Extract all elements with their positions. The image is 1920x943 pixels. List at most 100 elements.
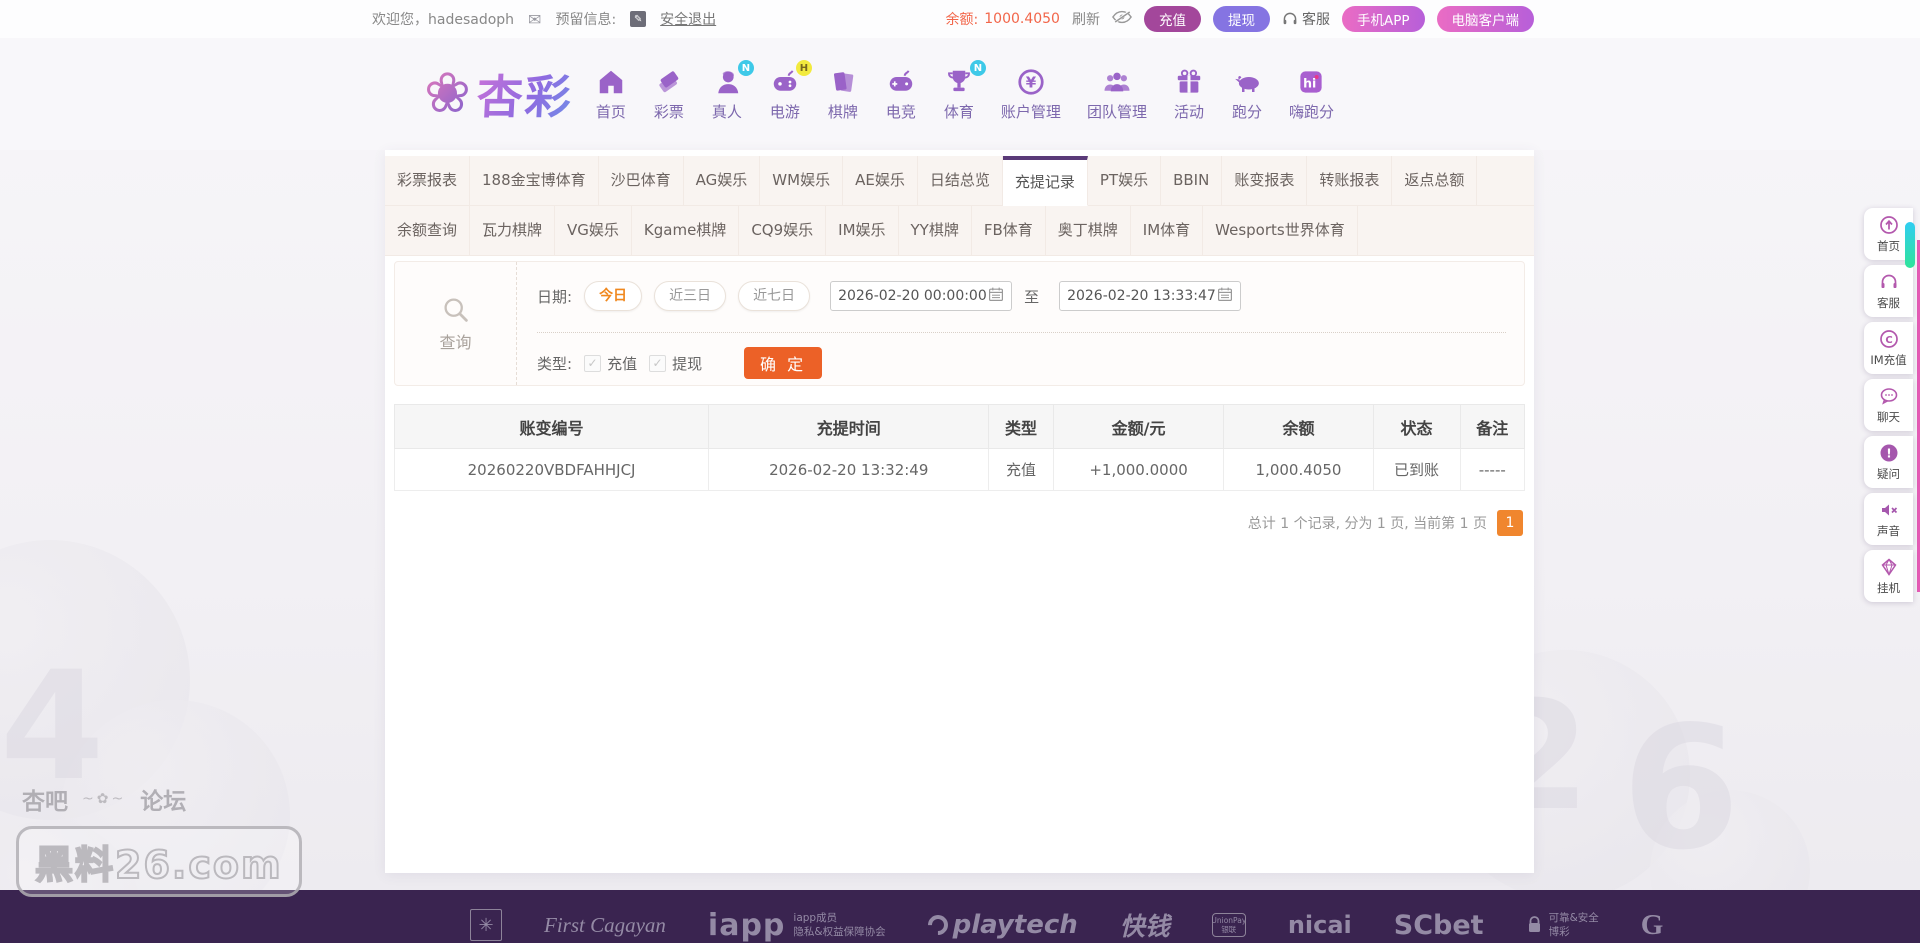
tab-im-games[interactable]: IM娱乐 xyxy=(826,206,898,256)
nav-label: 电竞 xyxy=(886,101,916,122)
withdraw-button[interactable]: 提现 xyxy=(1213,6,1270,32)
tab-pt[interactable]: PT娱乐 xyxy=(1088,156,1161,206)
nav-item-hi-paofen[interactable]: hi 嗨跑分 xyxy=(1289,66,1334,122)
site-logo[interactable]: ❀ 杏彩 xyxy=(424,61,573,127)
page-1-button[interactable]: 1 xyxy=(1497,510,1523,536)
footer-logo-g: G xyxy=(1641,909,1664,942)
tab-transfer-report[interactable]: 转账报表 xyxy=(1307,156,1392,206)
sidebar-item-im-recharge[interactable]: C IM充值 xyxy=(1864,322,1913,374)
recharge-checkbox[interactable]: ✓ 充值 xyxy=(584,353,637,374)
tab-188jbb-sports[interactable]: 188金宝博体育 xyxy=(470,156,599,206)
bg-digit: 6 xyxy=(1622,690,1740,888)
quick-7days-button[interactable]: 近七日 xyxy=(738,281,810,311)
svg-text:hi: hi xyxy=(1304,76,1317,91)
date-to-input[interactable]: 2026-02-20 13:33:47 xyxy=(1059,281,1241,311)
rosette-icon: ✳ xyxy=(470,909,502,941)
ticket-icon xyxy=(653,66,685,98)
nav-label: 团队管理 xyxy=(1087,101,1147,122)
sidebar-item-sound[interactable]: 声音 xyxy=(1864,493,1913,545)
quick-3days-button[interactable]: 近三日 xyxy=(654,281,726,311)
tabs-row-2: 余额查询 瓦力棋牌 VG娱乐 Kgame棋牌 CQ9娱乐 IM娱乐 YY棋牌 F… xyxy=(385,206,1534,256)
tab-cq9[interactable]: CQ9娱乐 xyxy=(739,206,826,256)
nav-item-boardgames[interactable]: 棋牌 xyxy=(827,66,859,122)
tab-account-change-report[interactable]: 账变报表 xyxy=(1222,156,1307,206)
tab-wali[interactable]: 瓦力棋牌 xyxy=(470,206,555,256)
tab-rebate-total[interactable]: 返点总额 xyxy=(1392,156,1477,206)
type-label: 类型: xyxy=(537,353,572,374)
nav-item-team[interactable]: 团队管理 xyxy=(1087,66,1147,122)
cell-type: 充值 xyxy=(989,449,1053,491)
col-time: 充提时间 xyxy=(709,405,989,449)
nav-item-home[interactable]: 首页 xyxy=(595,66,627,122)
date-from-input[interactable]: 2026-02-20 00:00:00 xyxy=(830,281,1012,311)
edit-icon[interactable]: ✎ xyxy=(630,11,646,27)
tab-bbin[interactable]: BBIN xyxy=(1161,156,1222,206)
recharge-button[interactable]: 充值 xyxy=(1144,6,1201,32)
nav-item-sports[interactable]: N 体育 xyxy=(943,66,975,122)
nav-item-esports[interactable]: 电竞 xyxy=(885,66,917,122)
search-label: 查询 xyxy=(439,329,471,353)
service-link[interactable]: 客服 xyxy=(1282,9,1330,29)
nav-item-live[interactable]: N 真人 xyxy=(711,66,743,122)
tab-deposit-withdraw-records[interactable]: 充提记录 xyxy=(1003,156,1088,206)
tab-daily-summary[interactable]: 日结总览 xyxy=(918,156,1003,206)
pagination: 总计 1 个记录, 分为 1 页, 当前第 1 页 1 xyxy=(1248,510,1523,536)
logout-link[interactable]: 安全退出 xyxy=(660,9,716,29)
footer: ✳ First Cagayan iapp iapp成员 隐私&权益保障协会 pl… xyxy=(0,890,1920,943)
sidebar-item-question[interactable]: ! 疑问 xyxy=(1864,436,1913,488)
tab-balance-query[interactable]: 余额查询 xyxy=(385,206,470,256)
tab-aoding[interactable]: 奥丁棋牌 xyxy=(1046,206,1131,256)
nav-item-account[interactable]: ¥ 账户管理 xyxy=(1001,66,1061,122)
tab-vg[interactable]: VG娱乐 xyxy=(555,206,632,256)
mail-icon[interactable]: ✉ xyxy=(528,10,541,29)
refresh-link[interactable]: 刷新 xyxy=(1072,9,1100,29)
question-icon: ! xyxy=(1879,443,1899,463)
nav-item-egames[interactable]: H 电游 xyxy=(769,66,801,122)
tab-saba-sports[interactable]: 沙巴体育 xyxy=(599,156,684,206)
sidebar-label: 客服 xyxy=(1877,295,1900,311)
footer-logo-iapp: iapp iapp成员 隐私&权益保障协会 xyxy=(708,908,886,943)
tabs-filler xyxy=(1358,206,1534,256)
calendar-icon[interactable] xyxy=(1217,286,1233,306)
footer-logo-playtech: playtech xyxy=(928,910,1078,940)
footer-logo-scbet: SCbet xyxy=(1394,910,1484,941)
quick-today-button[interactable]: 今日 xyxy=(584,281,642,311)
withdraw-checkbox[interactable]: ✓ 提现 xyxy=(649,353,702,374)
type-filter-row: 类型: ✓ 充值 ✓ 提现 确 定 xyxy=(537,346,822,380)
sidebar-item-service[interactable]: 客服 xyxy=(1864,265,1913,317)
calendar-icon[interactable] xyxy=(988,286,1004,306)
playtech-swirl-icon xyxy=(923,911,951,939)
tab-wm[interactable]: WM娱乐 xyxy=(760,156,843,206)
tab-fb-sports[interactable]: FB体育 xyxy=(972,206,1046,256)
tab-yy[interactable]: YY棋牌 xyxy=(899,206,972,256)
nav-item-paofen[interactable]: 跑分 xyxy=(1231,66,1263,122)
nav-item-lottery[interactable]: 彩票 xyxy=(653,66,685,122)
nav-item-promotions[interactable]: 活动 xyxy=(1173,66,1205,122)
sidebar-item-chat[interactable]: 聊天 xyxy=(1864,379,1913,431)
scrollbar-thumb[interactable] xyxy=(1905,222,1915,268)
im-recharge-icon: C xyxy=(1879,329,1899,349)
divider xyxy=(537,332,1506,333)
eye-off-icon[interactable] xyxy=(1112,10,1132,28)
pc-client-button[interactable]: 电脑客户端 xyxy=(1437,6,1535,32)
iapp-text: iapp xyxy=(708,908,785,943)
tab-kgame[interactable]: Kgame棋牌 xyxy=(632,206,739,256)
footer-logo-first-cagayan: First Cagayan xyxy=(544,913,666,938)
tab-wesports[interactable]: Wesports世界体育 xyxy=(1203,206,1358,256)
tab-im-sports[interactable]: IM体育 xyxy=(1131,206,1203,256)
sidebar-label: IM充值 xyxy=(1870,352,1906,368)
yen-circle-icon: ¥ xyxy=(1015,66,1047,98)
page: 4 2 6 欢迎您，hadesadoph ✉ 预留信息: ✎ 安全退出 余额: … xyxy=(0,0,1920,943)
hot-badge: H xyxy=(796,60,812,76)
mobile-app-button[interactable]: 手机APP xyxy=(1342,6,1425,32)
col-status: 状态 xyxy=(1373,405,1460,449)
confirm-button[interactable]: 确 定 xyxy=(744,347,822,379)
chat-icon xyxy=(1879,386,1899,406)
sidebar-item-idle[interactable]: 挂机 xyxy=(1864,550,1913,602)
tab-ae[interactable]: AE娱乐 xyxy=(843,156,918,206)
col-account-change-id: 账变编号 xyxy=(395,405,709,449)
tab-lottery-report[interactable]: 彩票报表 xyxy=(385,156,470,206)
tab-ag[interactable]: AG娱乐 xyxy=(684,156,761,206)
flower-logo-icon: ❀ xyxy=(424,66,471,122)
nav-label: 嗨跑分 xyxy=(1289,101,1334,122)
